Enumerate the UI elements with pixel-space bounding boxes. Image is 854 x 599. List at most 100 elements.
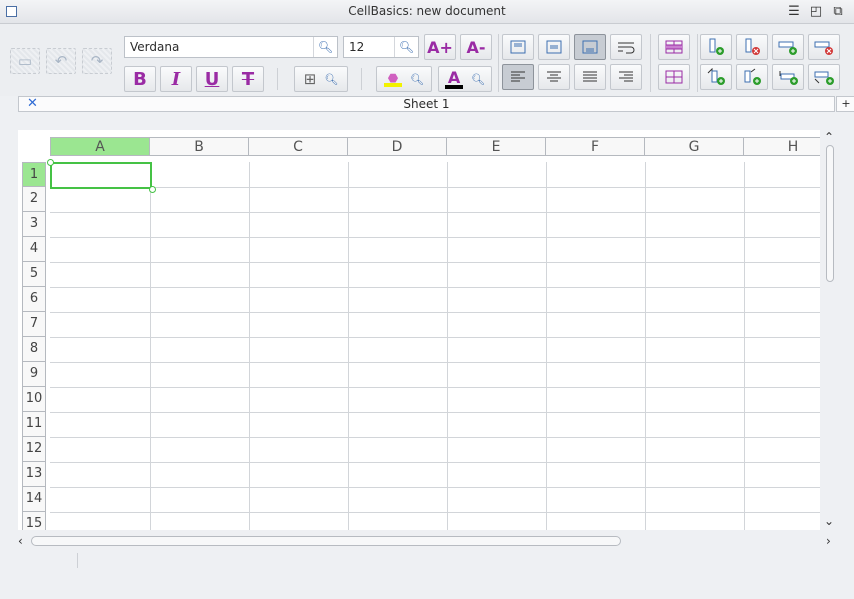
column-header-b[interactable]: B (150, 137, 249, 156)
insert-row-button[interactable] (772, 34, 804, 60)
insert-row-above-button[interactable] (772, 64, 804, 90)
column-header-e[interactable]: E (447, 137, 546, 156)
selection-handle-bottom[interactable] (149, 186, 156, 193)
grid-line (546, 162, 547, 530)
vertical-scroll-thumb[interactable] (826, 145, 834, 282)
row-header-1[interactable]: 1 (22, 162, 46, 187)
row-header-10[interactable]: 10 (22, 387, 46, 412)
title-bar: CellBasics: new document ☰ ◰ ⧉ (0, 0, 854, 24)
decrease-font-label: A- (466, 37, 486, 57)
separator (650, 34, 651, 92)
row-header-12[interactable]: 12 (22, 437, 46, 462)
bucket-icon: ⬣ (384, 71, 403, 87)
vertical-scrollbar[interactable]: ⌃ ⌄ (820, 130, 838, 530)
delete-column-button[interactable] (736, 34, 768, 60)
save-button[interactable]: ▭ (10, 48, 40, 74)
wrap-text-icon (618, 42, 635, 54)
align-right-button[interactable] (610, 64, 642, 90)
grid-line (50, 362, 835, 363)
row-header-5[interactable]: 5 (22, 262, 46, 287)
insert-row-below-icon (814, 71, 834, 85)
horizontal-scrollbar[interactable]: ‹ › (18, 534, 836, 550)
align-top-icon (510, 40, 526, 54)
font-color-button[interactable]: A 🔍︎ (438, 66, 492, 92)
merge-cells-icon (665, 40, 683, 54)
horizontal-scroll-thumb[interactable] (31, 536, 621, 546)
align-right-icon (619, 71, 633, 82)
row-header-13[interactable]: 13 (22, 462, 46, 487)
italic-label: I (171, 68, 181, 90)
grid-line (50, 187, 835, 188)
scroll-right-icon[interactable]: › (826, 534, 831, 548)
row-header-2[interactable]: 2 (22, 187, 46, 212)
font-name-input[interactable]: Verdana 🔍︎ (124, 36, 338, 58)
split-cells-button[interactable] (658, 64, 690, 90)
restore-icon[interactable]: ⧉ (830, 4, 846, 20)
bgcolor-search-icon: 🔍︎ (410, 72, 424, 86)
undo-button[interactable]: ↶ (46, 48, 76, 74)
row-header-4[interactable]: 4 (22, 237, 46, 262)
scroll-left-icon[interactable]: ‹ (18, 534, 23, 548)
bold-button[interactable]: B (124, 66, 156, 92)
column-header-f[interactable]: F (546, 137, 645, 156)
increase-font-button[interactable]: A+ (424, 34, 456, 60)
strikethrough-button[interactable]: T (232, 66, 264, 92)
merge-cells-button[interactable] (658, 34, 690, 60)
selected-cell[interactable] (50, 162, 152, 189)
column-header-c[interactable]: C (249, 137, 348, 156)
insert-column-before-button[interactable] (700, 64, 732, 90)
align-middle-icon (546, 40, 562, 54)
spreadsheet-grid[interactable]: ABCDEFGH 1 2 3 4 5 6 7 8 9 10 11 12 13 14 15 (18, 130, 835, 530)
font-search-icon[interactable]: 🔍︎ (313, 37, 337, 57)
underline-label: U (204, 68, 220, 90)
grid-line (447, 162, 448, 530)
selection-handle-top[interactable] (47, 159, 54, 166)
insert-column-after-button[interactable] (736, 64, 768, 90)
borders-button[interactable]: ⊞ 🔍︎ (294, 66, 348, 92)
grid-line (50, 212, 835, 213)
insert-column-button[interactable] (700, 34, 732, 60)
grid-line (50, 462, 835, 463)
font-size-input[interactable]: 12 🔍︎ (343, 36, 419, 58)
column-header-d[interactable]: D (348, 137, 447, 156)
align-top-button[interactable] (502, 34, 534, 60)
underline-button[interactable]: U (196, 66, 228, 92)
row-header-8[interactable]: 8 (22, 337, 46, 362)
maximize-icon[interactable]: ◰ (808, 4, 824, 20)
align-bottom-button[interactable] (574, 34, 606, 60)
background-color-button[interactable]: ⬣ 🔍︎ (376, 66, 432, 92)
row-header-14[interactable]: 14 (22, 487, 46, 512)
align-bottom-icon (582, 40, 598, 54)
menu-icon[interactable]: ☰ (786, 4, 802, 20)
align-center-button[interactable] (538, 64, 570, 90)
row-header-15[interactable]: 15 (22, 512, 46, 530)
align-middle-button[interactable] (538, 34, 570, 60)
status-separator (77, 553, 78, 568)
align-justify-button[interactable] (574, 64, 606, 90)
grid-line (50, 312, 835, 313)
font-size-search-icon[interactable]: 🔍︎ (394, 37, 418, 57)
scroll-down-icon[interactable]: ⌄ (824, 514, 834, 528)
row-header-9[interactable]: 9 (22, 362, 46, 387)
delete-row-button[interactable] (808, 34, 840, 60)
italic-button[interactable]: I (160, 66, 192, 92)
grid-line (50, 387, 835, 388)
row-header-11[interactable]: 11 (22, 412, 46, 437)
insert-row-icon (778, 41, 797, 55)
insert-row-below-button[interactable] (808, 64, 840, 90)
grid-line (744, 162, 745, 530)
add-sheet-button[interactable]: + (836, 96, 854, 112)
row-header-3[interactable]: 3 (22, 212, 46, 237)
column-header-a[interactable]: A (50, 137, 150, 156)
row-header-6[interactable]: 6 (22, 287, 46, 312)
align-left-button[interactable] (502, 64, 534, 90)
scroll-up-icon[interactable]: ⌃ (824, 130, 834, 144)
redo-button[interactable]: ↷ (82, 48, 112, 74)
wrap-text-button[interactable] (610, 34, 642, 60)
decrease-font-button[interactable]: A- (460, 34, 492, 60)
tab-sheet-1[interactable]: Sheet 1 (19, 97, 834, 111)
grid-line (50, 337, 835, 338)
separator (498, 34, 499, 92)
row-header-7[interactable]: 7 (22, 312, 46, 337)
column-header-g[interactable]: G (645, 137, 744, 156)
